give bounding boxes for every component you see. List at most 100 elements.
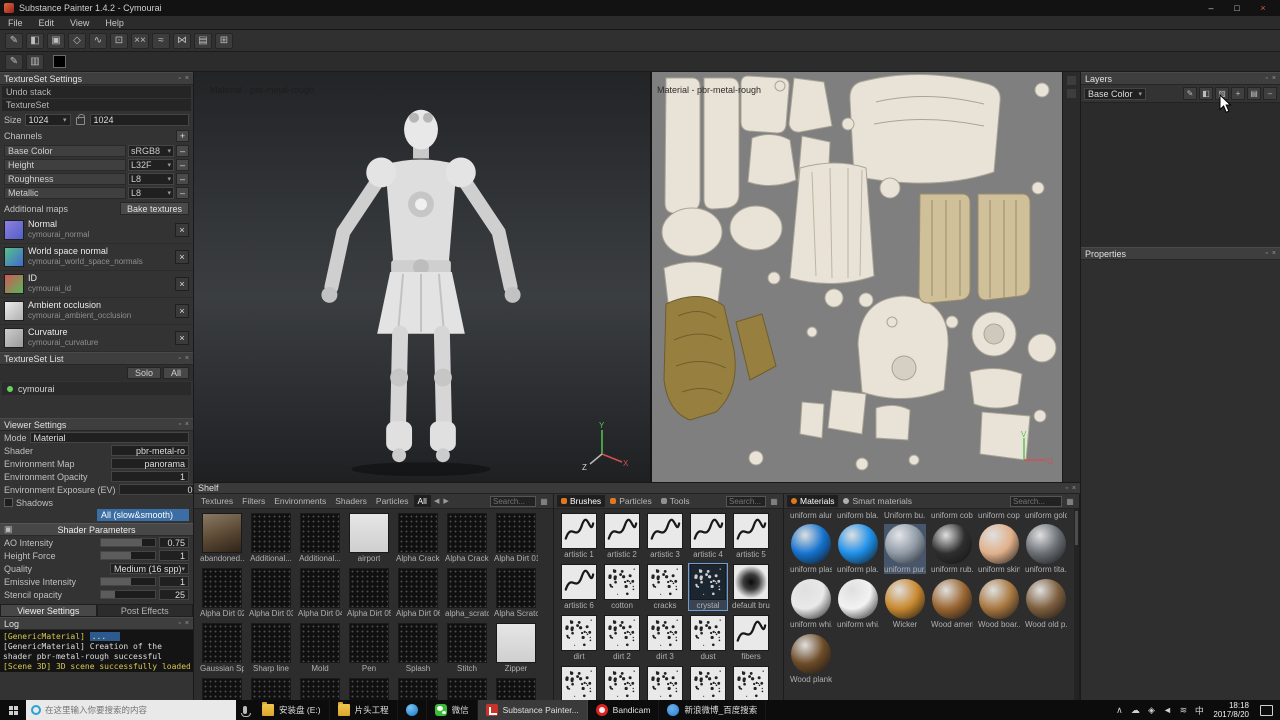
- float-panel-icon[interactable]: ▫: [178, 620, 180, 627]
- shelf-tab-filters[interactable]: Filters: [238, 495, 269, 507]
- shelf-tab-environments[interactable]: Environments: [270, 495, 330, 507]
- base-color-format-select[interactable]: sRGB8 ▾: [128, 145, 174, 157]
- hidden-icons-chevron[interactable]: ∧: [1114, 705, 1124, 716]
- brush-settings-icon[interactable]: ✎: [5, 54, 23, 70]
- shadows-checkbox[interactable]: [4, 498, 13, 507]
- emissive-intensity-slider[interactable]: [100, 577, 156, 586]
- texture-thumb[interactable]: [300, 568, 340, 608]
- shelf-tab-particles[interactable]: Particles: [372, 495, 413, 507]
- brush-thumb[interactable]: [690, 513, 726, 549]
- taskbar-app-browser[interactable]: 新浪微博_百度搜索: [659, 700, 766, 720]
- texture-thumb[interactable]: [496, 623, 536, 663]
- clear-map-button[interactable]: ×: [175, 277, 189, 291]
- texture-thumb[interactable]: [251, 623, 291, 663]
- remove-channel-button[interactable]: –: [176, 159, 189, 171]
- microphone-icon[interactable]: [236, 700, 254, 720]
- texture-thumb[interactable]: [496, 568, 536, 608]
- layers-list[interactable]: [1081, 102, 1280, 247]
- delete-layer-icon[interactable]: –: [1263, 87, 1277, 100]
- paint-tool-icon[interactable]: ✎: [5, 33, 23, 49]
- viewport-3d[interactable]: Material - pbr-metal-rough Y X Z: [194, 72, 652, 482]
- solo-button[interactable]: Solo: [127, 367, 161, 379]
- clone-tool-icon[interactable]: ⊡: [110, 33, 128, 49]
- discard-strokes-icon[interactable]: ××: [131, 33, 149, 49]
- all-button[interactable]: All: [163, 367, 189, 379]
- textureset-item-cymourai[interactable]: cymourai: [2, 382, 191, 395]
- security-tray-icon[interactable]: ◈: [1146, 705, 1156, 716]
- taskbar-app-substance-painter[interactable]: Substance Painter...: [478, 700, 588, 720]
- material-sphere[interactable]: [932, 579, 972, 619]
- material-sphere[interactable]: [1026, 524, 1066, 564]
- texture-thumb[interactable]: [447, 623, 487, 663]
- stencil-settings-icon[interactable]: ▥: [26, 54, 44, 70]
- texture-thumb[interactable]: [349, 513, 389, 553]
- close-panel-icon[interactable]: ×: [1272, 250, 1276, 257]
- emissive-intensity-value[interactable]: 1: [159, 576, 189, 587]
- brush-thumb[interactable]: [647, 564, 683, 600]
- shelf-tab-brushes[interactable]: Brushes: [557, 495, 605, 507]
- material-sphere[interactable]: [1026, 579, 1066, 619]
- clear-map-button[interactable]: ×: [175, 331, 189, 345]
- menu-file[interactable]: File: [0, 18, 31, 28]
- stencil-opacity-value[interactable]: 25: [159, 589, 189, 600]
- menu-view[interactable]: View: [62, 18, 97, 28]
- material-sphere[interactable]: [932, 524, 972, 564]
- texture-thumb[interactable]: [300, 623, 340, 663]
- brush-thumb[interactable]: [690, 564, 726, 600]
- viewport-2d[interactable]: Material - pbr-metal-rough V U: [652, 72, 1062, 482]
- brush-thumb[interactable]: [561, 615, 597, 651]
- eraser-tool-icon[interactable]: ◧: [26, 33, 44, 49]
- shader-value[interactable]: pbr-metal-ro: [111, 445, 189, 456]
- projection-tool-icon[interactable]: ▣: [47, 33, 65, 49]
- mode-select[interactable]: Material: [30, 432, 189, 443]
- symmetry-toggle-icon[interactable]: ⋈: [173, 33, 191, 49]
- start-button[interactable]: [0, 700, 26, 720]
- height-force-value[interactable]: 1: [159, 550, 189, 561]
- ao-intensity-value[interactable]: 0.75: [159, 537, 189, 548]
- texture-thumb[interactable]: [251, 678, 291, 700]
- shelf-next-icon[interactable]: ▶: [442, 497, 449, 505]
- texture-thumb[interactable]: [447, 513, 487, 553]
- remove-channel-button[interactable]: –: [176, 187, 189, 199]
- shelf-tab-tools[interactable]: Tools: [657, 495, 694, 507]
- environment-exposure-ev-value[interactable]: 0: [119, 484, 194, 495]
- close-panel-icon[interactable]: ×: [185, 75, 189, 82]
- brush-thumb[interactable]: [733, 513, 769, 549]
- metallic-format-select[interactable]: L8 ▾: [128, 187, 174, 199]
- brush-thumb[interactable]: [604, 615, 640, 651]
- height-force-slider[interactable]: [100, 551, 156, 560]
- float-panel-icon[interactable]: ▫: [1265, 250, 1267, 257]
- add-layer-icon[interactable]: +: [1231, 87, 1245, 100]
- close-panel-icon[interactable]: ×: [1272, 75, 1276, 82]
- material-sphere[interactable]: [885, 579, 925, 619]
- taskbar-app-bandicam[interactable]: Bandicam: [588, 700, 660, 720]
- roughness-channel-button[interactable]: Roughness: [4, 173, 126, 185]
- material-sphere[interactable]: [791, 634, 831, 674]
- texture-thumb[interactable]: [496, 513, 536, 553]
- viewport-scroll-gutter[interactable]: [1062, 72, 1080, 482]
- textureset-row[interactable]: TextureSet: [2, 99, 191, 111]
- tab-viewer-settings[interactable]: Viewer Settings: [0, 604, 97, 617]
- close-panel-icon[interactable]: ×: [185, 620, 189, 627]
- float-panel-icon[interactable]: ▫: [178, 421, 180, 428]
- action-center-icon[interactable]: [1260, 705, 1273, 716]
- brush-thumb[interactable]: [604, 666, 640, 700]
- close-panel-icon[interactable]: ×: [185, 355, 189, 362]
- polygon-fill-tool-icon[interactable]: ◇: [68, 33, 86, 49]
- remove-channel-button[interactable]: –: [176, 173, 189, 185]
- grid-toggle-icon[interactable]: ⊞: [215, 33, 233, 49]
- material-sphere[interactable]: [838, 524, 878, 564]
- menu-edit[interactable]: Edit: [31, 18, 63, 28]
- float-panel-icon[interactable]: ▫: [178, 355, 180, 362]
- clear-map-button[interactable]: ×: [175, 223, 189, 237]
- texture-thumb[interactable]: [398, 568, 438, 608]
- taskbar-search-input[interactable]: [45, 705, 231, 715]
- material-sphere[interactable]: [885, 524, 925, 564]
- base-color-channel-button[interactable]: Base Color: [4, 145, 126, 157]
- close-panel-icon[interactable]: ×: [185, 421, 189, 428]
- texture-thumb[interactable]: [202, 568, 242, 608]
- add-paint-layer-icon[interactable]: ✎: [1183, 87, 1197, 100]
- add-folder-icon[interactable]: ▤: [1247, 87, 1261, 100]
- shelf-tab-materials[interactable]: Materials: [787, 495, 838, 507]
- volume-tray-icon[interactable]: ◄: [1162, 705, 1172, 715]
